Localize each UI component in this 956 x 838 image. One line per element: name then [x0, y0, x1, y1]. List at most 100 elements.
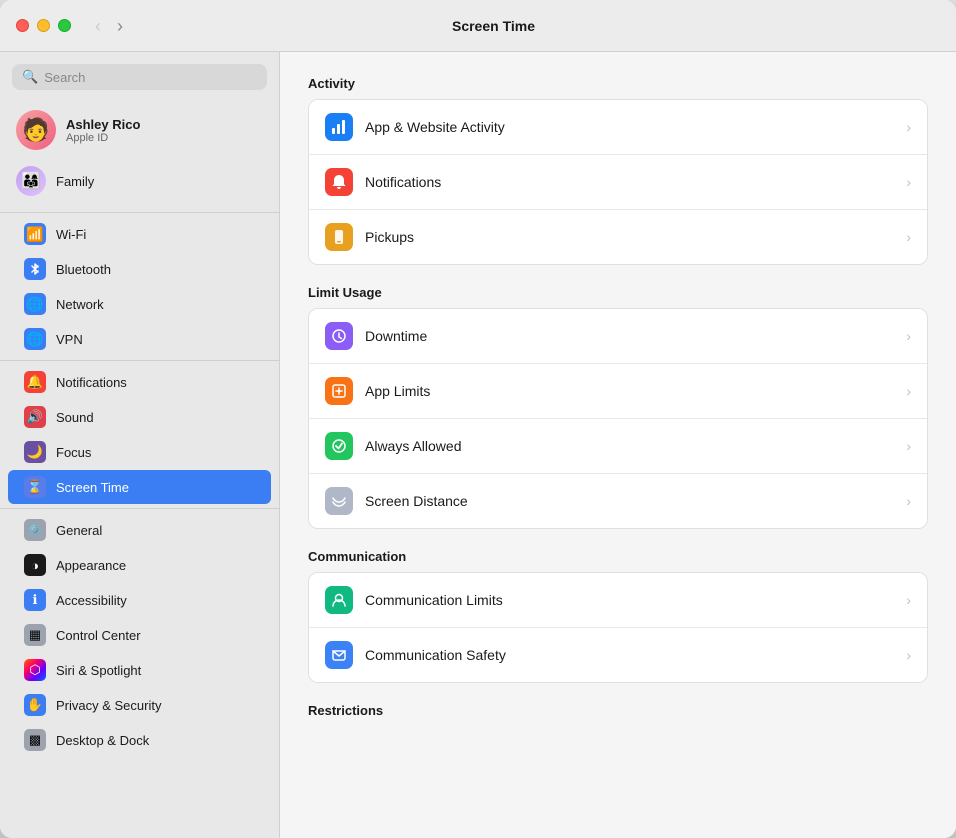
section-title-limit: Limit Usage [308, 285, 928, 300]
chevron-icon: › [906, 592, 911, 608]
section-title-restrictions: Restrictions [308, 703, 928, 718]
vpn-icon: 🌐 [24, 328, 46, 350]
list-item-comm-limits[interactable]: Communication Limits › [309, 573, 927, 628]
general-icon: ⚙️ [24, 519, 46, 541]
comm-safety-icon [325, 641, 353, 669]
notifications-list-icon [325, 168, 353, 196]
sidebar-item-appearance[interactable]: ◑ Appearance [8, 548, 271, 582]
search-input[interactable] [44, 70, 257, 85]
close-button[interactable] [16, 19, 29, 32]
chevron-icon: › [906, 438, 911, 454]
screen-distance-icon [325, 487, 353, 515]
downtime-icon [325, 322, 353, 350]
list-item-screen-distance[interactable]: Screen Distance › [309, 474, 927, 528]
sidebar-item-label: Privacy & Security [56, 698, 161, 713]
chevron-icon: › [906, 383, 911, 399]
accessibility-icon: ℹ [24, 589, 46, 611]
comm-limits-icon [325, 586, 353, 614]
sidebar-divider2 [0, 360, 279, 361]
sidebar-item-label: Wi-Fi [56, 227, 86, 242]
list-item-app-website[interactable]: App & Website Activity › [309, 100, 927, 155]
sidebar-item-label: General [56, 523, 102, 538]
always-allowed-icon [325, 432, 353, 460]
search-bar[interactable]: 🔍 [12, 64, 267, 90]
profile-info: Ashley Rico Apple ID [66, 117, 140, 144]
family-avatar: 👨‍👩‍👧 [16, 166, 46, 196]
family-label: Family [56, 174, 94, 189]
window-title: Screen Time [127, 18, 860, 34]
sidebar-item-label: Sound [56, 410, 94, 425]
minimize-button[interactable] [37, 19, 50, 32]
sidebar: 🔍 🧑 Ashley Rico Apple ID 👨‍👩‍👧 Family 📶 … [0, 52, 280, 838]
sidebar-item-label: VPN [56, 332, 83, 347]
forward-button[interactable]: › [113, 15, 127, 37]
profile-name: Ashley Rico [66, 117, 140, 132]
sidebar-item-bluetooth[interactable]: Bluetooth [8, 252, 271, 286]
maximize-button[interactable] [58, 19, 71, 32]
sidebar-item-wifi[interactable]: 📶 Wi-Fi [8, 217, 271, 251]
sidebar-divider [0, 212, 279, 213]
sidebar-item-notifications[interactable]: 🔔 Notifications [8, 365, 271, 399]
chevron-icon: › [906, 119, 911, 135]
chevron-icon: › [906, 328, 911, 344]
sidebar-item-general[interactable]: ⚙️ General [8, 513, 271, 547]
list-item-comm-safety[interactable]: Communication Safety › [309, 628, 927, 682]
privacy-icon: ✋ [24, 694, 46, 716]
sidebar-item-label: Focus [56, 445, 91, 460]
notifications-icon: 🔔 [24, 371, 46, 393]
sidebar-item-vpn[interactable]: 🌐 VPN [8, 322, 271, 356]
limit-list: Downtime › App Limits › [308, 308, 928, 529]
sidebar-divider3 [0, 508, 279, 509]
main-content: Activity App & Website Activity › [280, 52, 956, 838]
section-title-activity: Activity [308, 76, 928, 91]
search-icon: 🔍 [22, 69, 38, 85]
avatar: 🧑 [16, 110, 56, 150]
list-item-label: App & Website Activity [365, 119, 894, 135]
list-item-notifications[interactable]: Notifications › [309, 155, 927, 210]
list-item-label: Always Allowed [365, 438, 894, 454]
list-item-always-allowed[interactable]: Always Allowed › [309, 419, 927, 474]
list-item-pickups[interactable]: Pickups › [309, 210, 927, 264]
sidebar-item-label: Bluetooth [56, 262, 111, 277]
activity-list: App & Website Activity › Notifications › [308, 99, 928, 265]
chevron-icon: › [906, 647, 911, 663]
sidebar-item-label: Notifications [56, 375, 127, 390]
sidebar-item-screentime[interactable]: ⌛ Screen Time [8, 470, 271, 504]
chevron-icon: › [906, 174, 911, 190]
sidebar-item-accessibility[interactable]: ℹ Accessibility [8, 583, 271, 617]
sidebar-item-focus[interactable]: 🌙 Focus [8, 435, 271, 469]
sidebar-item-label: Accessibility [56, 593, 127, 608]
sidebar-item-label: Siri & Spotlight [56, 663, 141, 678]
list-item-app-limits[interactable]: App Limits › [309, 364, 927, 419]
wifi-icon: 📶 [24, 223, 46, 245]
sidebar-item-siri[interactable]: ⬡ Siri & Spotlight [8, 653, 271, 687]
list-item-label: Screen Distance [365, 493, 894, 509]
sidebar-item-controlcenter[interactable]: ▦ Control Center [8, 618, 271, 652]
list-item-label: Communication Safety [365, 647, 894, 663]
main-window: ‹ › Screen Time 🔍 🧑 Ashley Rico Apple ID… [0, 0, 956, 838]
sidebar-item-desktop[interactable]: ▩ Desktop & Dock [8, 723, 271, 757]
list-item-label: Downtime [365, 328, 894, 344]
sidebar-item-label: Desktop & Dock [56, 733, 149, 748]
list-item-label: Notifications [365, 174, 894, 190]
app-limits-icon [325, 377, 353, 405]
sound-icon: 🔊 [24, 406, 46, 428]
list-item-downtime[interactable]: Downtime › [309, 309, 927, 364]
bluetooth-icon [24, 258, 46, 280]
communication-list: Communication Limits › Communication Saf… [308, 572, 928, 683]
sidebar-profile[interactable]: 🧑 Ashley Rico Apple ID [0, 102, 279, 158]
sidebar-item-sound[interactable]: 🔊 Sound [8, 400, 271, 434]
titlebar: ‹ › Screen Time [0, 0, 956, 52]
content-area: 🔍 🧑 Ashley Rico Apple ID 👨‍👩‍👧 Family 📶 … [0, 52, 956, 838]
pickups-icon [325, 223, 353, 251]
app-website-icon [325, 113, 353, 141]
sidebar-item-network[interactable]: 🌐 Network [8, 287, 271, 321]
back-button[interactable]: ‹ [91, 15, 105, 37]
list-item-label: Pickups [365, 229, 894, 245]
section-title-communication: Communication [308, 549, 928, 564]
sidebar-item-family[interactable]: 👨‍👩‍👧 Family [0, 158, 279, 204]
chevron-icon: › [906, 493, 911, 509]
titlebar-nav: ‹ › [91, 15, 127, 37]
sidebar-item-privacy[interactable]: ✋ Privacy & Security [8, 688, 271, 722]
profile-subtitle: Apple ID [66, 132, 140, 144]
